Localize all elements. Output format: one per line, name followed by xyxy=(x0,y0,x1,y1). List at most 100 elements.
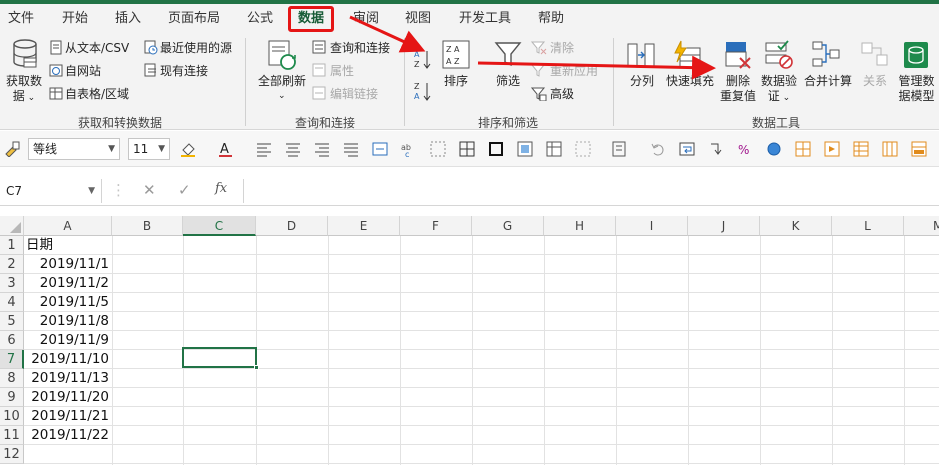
row-header-2[interactable]: 2 xyxy=(0,255,24,274)
enter-icon[interactable]: ✓ xyxy=(178,181,191,199)
percent-icon[interactable]: % xyxy=(737,141,753,157)
justify-icon[interactable] xyxy=(343,141,359,157)
border-dropdown-icon[interactable]: ⌄ xyxy=(575,141,591,157)
cell-a11[interactable]: 2019/11/22 xyxy=(24,426,112,445)
cell-a3[interactable]: 2019/11/2 xyxy=(24,274,112,293)
cell-a8[interactable]: 2019/11/13 xyxy=(24,369,112,388)
tab-page-layout[interactable]: 页面布局 xyxy=(168,8,220,30)
merge-center-icon[interactable] xyxy=(372,141,388,157)
row-header-12[interactable]: 12 xyxy=(0,445,24,464)
column-header-e[interactable]: E xyxy=(328,216,400,236)
grid-orange-icon[interactable] xyxy=(795,141,811,157)
select-dropdown-icon[interactable]: ⌄ xyxy=(612,141,628,157)
tab-view[interactable]: 视图 xyxy=(405,8,431,30)
worksheet-grid[interactable]: A B C D E F G H I J K L M 1 2 3 4 5 6 7 … xyxy=(0,216,939,465)
row-header-1[interactable]: 1 xyxy=(0,236,24,255)
tab-developer[interactable]: 开发工具 xyxy=(459,8,511,30)
column-header-h[interactable]: H xyxy=(544,216,616,236)
row-header-6[interactable]: 6 xyxy=(0,331,24,350)
cell-area[interactable] xyxy=(24,236,939,465)
tab-help[interactable]: 帮助 xyxy=(538,8,564,30)
cell-a2[interactable]: 2019/11/1 xyxy=(24,255,112,274)
column-header-m[interactable]: M xyxy=(904,216,939,236)
cell-a5[interactable]: 2019/11/8 xyxy=(24,312,112,331)
format-cells-icon[interactable] xyxy=(546,141,562,157)
column-header-l[interactable]: L xyxy=(832,216,904,236)
column-header-k[interactable]: K xyxy=(760,216,832,236)
row-header-10[interactable]: 10 xyxy=(0,407,24,426)
formula-input[interactable] xyxy=(243,179,939,203)
align-right-icon[interactable] xyxy=(314,141,330,157)
circle-shape-icon[interactable] xyxy=(766,141,782,157)
group-sort-filter-label: 排序和筛选 xyxy=(478,116,539,130)
fill-handle[interactable] xyxy=(254,365,259,370)
column-header-f[interactable]: F xyxy=(400,216,472,236)
sort-ascending-button[interactable]: A Z xyxy=(413,48,433,70)
cancel-icon[interactable]: ✕ xyxy=(143,181,156,199)
column-header-b[interactable]: B xyxy=(112,216,183,236)
cell-a7[interactable]: 2019/11/10 xyxy=(24,350,112,369)
table-format-icon[interactable] xyxy=(853,141,869,157)
clear-button[interactable]: 清除 xyxy=(550,41,574,56)
select-all-corner[interactable] xyxy=(0,216,24,236)
font-name-value: 等线 xyxy=(33,142,58,156)
row-header-8[interactable]: 8 xyxy=(0,369,24,388)
border-all-dotted-icon[interactable] xyxy=(430,141,446,157)
cell-a1[interactable]: 日期 xyxy=(26,236,53,255)
align-left-icon[interactable] xyxy=(256,141,272,157)
row-header-9[interactable]: 9 xyxy=(0,388,24,407)
row-header-5[interactable]: 5 xyxy=(0,312,24,331)
align-center-icon[interactable] xyxy=(285,141,301,157)
from-text-csv-button[interactable]: 从文本/CSV xyxy=(65,41,129,56)
wrap-text-icon[interactable] xyxy=(679,141,695,157)
font-name-select[interactable]: 等线 ▼ xyxy=(28,138,120,160)
queries-connections-button[interactable]: 查询和连接 xyxy=(330,41,390,56)
edit-links-button[interactable]: 编辑链接 xyxy=(330,87,378,102)
insert-function-icon[interactable]: fx xyxy=(215,181,227,196)
name-box[interactable]: C7 ▼ xyxy=(0,179,102,203)
border-all-icon[interactable] xyxy=(459,141,475,157)
fill-color-icon[interactable]: ⌄ xyxy=(180,141,196,157)
reapply-button[interactable]: 重新应用 xyxy=(550,64,598,79)
row-header-4[interactable]: 4 xyxy=(0,293,24,312)
sort-label: 排序 xyxy=(443,74,468,88)
row-header-7[interactable]: 7 xyxy=(0,350,24,369)
column-header-c[interactable]: C xyxy=(183,216,256,236)
column-header-g[interactable]: G xyxy=(472,216,544,236)
cell-border-icon[interactable] xyxy=(882,141,898,157)
existing-connections-button[interactable]: 现有连接 xyxy=(160,64,208,79)
cell-a10[interactable]: 2019/11/21 xyxy=(24,407,112,426)
cell-style-icon[interactable] xyxy=(517,141,533,157)
recent-sources-button[interactable]: 最近使用的源 xyxy=(160,41,232,56)
from-table-button[interactable]: 自表格/区域 xyxy=(65,87,129,102)
column-header-d[interactable]: D xyxy=(256,216,328,236)
properties-button[interactable]: 属性 xyxy=(330,64,354,79)
undo-icon[interactable] xyxy=(650,141,666,157)
insert-cells-icon[interactable] xyxy=(824,141,840,157)
format-painter-icon[interactable] xyxy=(4,141,20,157)
tab-review[interactable]: 审阅 xyxy=(353,8,379,30)
cell-a9[interactable]: 2019/11/20 xyxy=(24,388,112,407)
sort-descending-button[interactable]: Z A xyxy=(413,80,433,102)
row-header-11[interactable]: 11 xyxy=(0,426,24,445)
column-header-j[interactable]: J xyxy=(688,216,760,236)
tab-formulas[interactable]: 公式 xyxy=(247,8,273,30)
from-web-button[interactable]: 自网站 xyxy=(65,64,101,79)
tab-home[interactable]: 开始 xyxy=(62,8,88,30)
column-header-i[interactable]: I xyxy=(616,216,688,236)
tab-file[interactable]: 文件 xyxy=(8,8,34,30)
consolidate-icon xyxy=(812,41,840,67)
cell-a6[interactable]: 2019/11/9 xyxy=(24,331,112,350)
cell-a4[interactable]: 2019/11/5 xyxy=(24,293,112,312)
advanced-button[interactable]: 高级 xyxy=(550,87,574,102)
font-size-select[interactable]: 11 ▼ xyxy=(128,138,170,160)
active-cell-c7[interactable] xyxy=(182,347,259,370)
tab-insert[interactable]: 插入 xyxy=(115,8,141,30)
phonetic-icon[interactable]: abc xyxy=(401,141,417,157)
column-layout-icon[interactable] xyxy=(911,141,927,157)
transpose-icon[interactable] xyxy=(708,141,724,157)
font-color-icon[interactable]: A⌄ xyxy=(218,141,234,157)
border-thick-icon[interactable] xyxy=(488,141,504,157)
row-header-3[interactable]: 3 xyxy=(0,274,24,293)
column-header-a[interactable]: A xyxy=(24,216,112,236)
